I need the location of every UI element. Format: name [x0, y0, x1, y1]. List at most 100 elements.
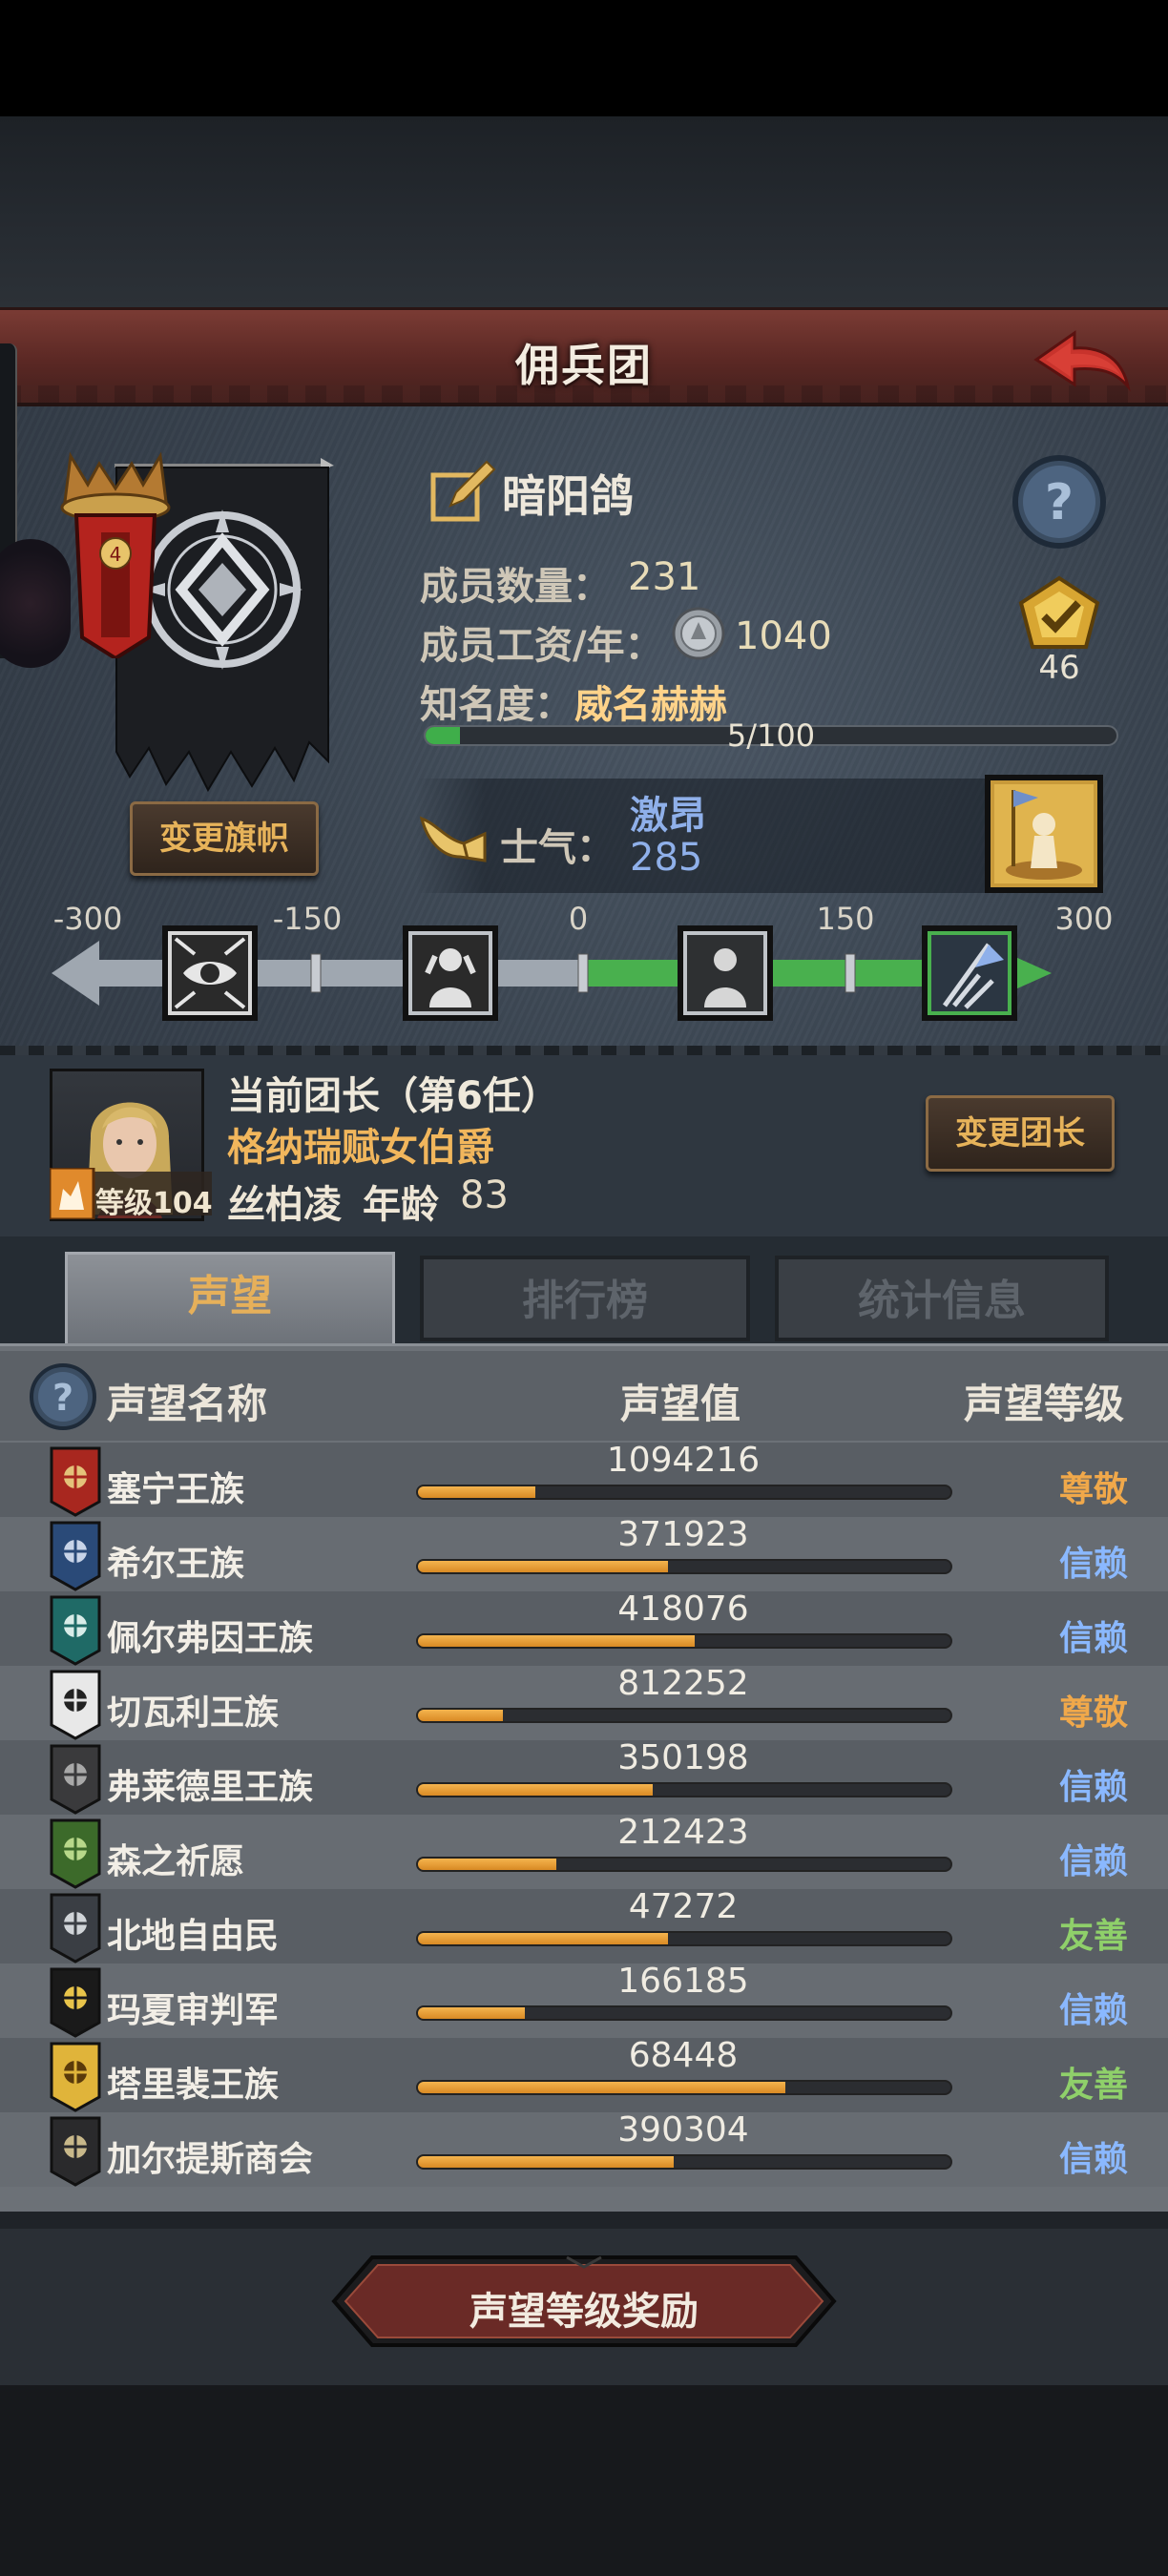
reputation-progress-fill	[418, 1486, 535, 1498]
reputation-value: 166185	[617, 1962, 749, 2001]
reputation-progress-bar	[416, 1559, 952, 1574]
reputation-level: 信赖	[1058, 1545, 1128, 1584]
morale-high-icon[interactable]	[922, 925, 1017, 1021]
morale-tick-300: 300	[1054, 901, 1114, 937]
chest-icon	[50, 2116, 101, 2187]
reputation-name: 弗莱德里王族	[107, 1768, 314, 1807]
horn-icon	[419, 816, 487, 862]
reputation-progress-bar	[416, 1633, 952, 1649]
morale-scale: -300 -150 0 150 300	[48, 901, 1120, 1034]
reputation-row[interactable]: 佩尔弗因王族 418076 信赖	[0, 1589, 1168, 1666]
reputation-progress-fill	[418, 2007, 525, 2019]
reputation-name: 塔里裴王族	[107, 2066, 280, 2105]
reputation-progress-bar	[416, 2154, 952, 2170]
reputation-level: 信赖	[1058, 1842, 1128, 1881]
help-icon[interactable]: ?	[1010, 452, 1109, 551]
reputation-value: 418076	[617, 1589, 749, 1629]
morale-status: 激昂	[630, 794, 706, 838]
reputation-help-icon[interactable]: ?	[29, 1362, 97, 1431]
morale-value: 285	[630, 836, 703, 880]
change-banner-label: 变更旗帜	[159, 820, 289, 858]
tab-reputation[interactable]: 声望	[65, 1252, 395, 1353]
teal-shield-icon	[50, 1595, 101, 1666]
reputation-name: 塞宁王族	[107, 1470, 245, 1509]
back-arrow-icon[interactable]	[1029, 327, 1134, 394]
reputation-name: 切瓦利王族	[107, 1693, 280, 1733]
reputation-value: 212423	[617, 1813, 749, 1852]
reputation-progress-fill	[418, 1859, 557, 1870]
reputation-value: 68448	[628, 2036, 739, 2075]
reputation-level: 友善	[1058, 1917, 1128, 1956]
reputation-row[interactable]: 希尔王族 371923 信赖	[0, 1515, 1168, 1591]
axe-icon	[50, 1893, 101, 1963]
reputation-value: 1094216	[606, 1441, 761, 1480]
morale-effect-icon[interactable]	[985, 775, 1103, 893]
reputation-name: 森之祈愿	[107, 1842, 245, 1881]
reputation-name: 玛夏审判军	[107, 1991, 280, 2030]
reputation-level: 信赖	[1058, 2140, 1128, 2179]
reputation-progress-bar	[416, 2080, 952, 2095]
reputation-name: 北地自由民	[107, 1917, 280, 1956]
commander-title: 当前团长（第6任）	[227, 1074, 559, 1118]
reputation-row[interactable]: 玛夏审判军 166185 信赖	[0, 1962, 1168, 2038]
reputation-name: 佩尔弗因王族	[107, 1619, 314, 1658]
reputation-name: 加尔提斯商会	[107, 2140, 314, 2179]
morale-tick-neg150: -150	[272, 901, 343, 937]
reputation-progress-fill	[418, 2082, 786, 2093]
commander-age: 83	[460, 1174, 509, 1217]
reputation-row[interactable]: 切瓦利王族 812252 尊敬	[0, 1664, 1168, 1740]
reputation-progress-bar	[416, 1857, 952, 1872]
background-texture	[0, 116, 1168, 307]
reputation-row[interactable]: 塔里裴王族 68448 友善	[0, 2036, 1168, 2112]
reputation-level: 尊敬	[1058, 1470, 1128, 1509]
reputation-row[interactable]: 弗莱德里王族 350198 信赖	[0, 1738, 1168, 1815]
change-banner-button[interactable]: 变更旗帜	[130, 801, 319, 876]
gold-cross-icon	[50, 1967, 101, 2038]
reputation-level: 尊敬	[1058, 1693, 1128, 1733]
morale-despair-icon[interactable]	[162, 925, 258, 1021]
reputation-progress-bar	[416, 2005, 952, 2021]
salary-label: 成员工资/年：	[420, 624, 663, 668]
fame-progress-text: 5/100	[726, 717, 816, 754]
col-header-value: 声望值	[620, 1381, 741, 1427]
reputation-progress-bar	[416, 1931, 952, 1946]
dark-mask-icon	[50, 1744, 101, 1815]
col-header-name: 声望名称	[107, 1381, 268, 1427]
crest-emblem-icon: 4	[60, 451, 171, 658]
morale-tick-150: 150	[816, 901, 875, 937]
reputation-level: 信赖	[1058, 1991, 1128, 2030]
reputation-progress-bar	[416, 1782, 952, 1797]
commander-age-label: 年龄	[363, 1183, 439, 1227]
reputation-row[interactable]: 森之祈愿 212423 信赖	[0, 1813, 1168, 1889]
rank-value: 46	[1038, 649, 1080, 687]
svg-text:?: ?	[52, 1377, 73, 1419]
reputation-row[interactable]: 加尔提斯商会 390304 信赖	[0, 2110, 1168, 2187]
title-bar: 佣兵团	[0, 307, 1168, 406]
reputation-value: 390304	[617, 2110, 749, 2150]
rank-badge-icon[interactable]	[1010, 574, 1109, 656]
tab-statistics[interactable]: 统计信息	[775, 1256, 1109, 1341]
commander-name: 格纳瑞赋女伯爵	[227, 1126, 494, 1170]
morale-label: 士气：	[500, 826, 615, 870]
change-commander-label: 变更团长	[955, 1114, 1085, 1153]
reputation-progress-fill	[418, 1933, 669, 1944]
morale-low-icon[interactable]	[403, 925, 498, 1021]
change-commander-button[interactable]: 变更团长	[926, 1095, 1115, 1172]
edit-name-icon[interactable]	[429, 458, 496, 523]
col-header-level: 声望等级	[964, 1381, 1125, 1427]
reputation-row[interactable]: 北地自由民 47272 友善	[0, 1887, 1168, 1963]
scales-icon	[50, 1670, 101, 1740]
morale-tick-neg300: -300	[52, 901, 123, 937]
reputation-progress-fill	[418, 1561, 669, 1572]
corps-name: 暗阳鸽	[502, 470, 634, 522]
member-count-value: 231	[628, 555, 701, 599]
reputation-progress-fill	[418, 2156, 674, 2168]
reputation-row[interactable]: 塞宁王族 1094216 尊敬	[0, 1441, 1168, 1517]
red-crest-icon	[50, 1446, 101, 1517]
morale-normal-icon[interactable]	[678, 925, 773, 1021]
reputation-progress-fill	[418, 1635, 696, 1647]
divider	[0, 2212, 1168, 2229]
morale-tick-zero: 0	[568, 901, 589, 937]
tab-ranking[interactable]: 排行榜	[420, 1256, 750, 1341]
reputation-name: 希尔王族	[107, 1545, 245, 1584]
